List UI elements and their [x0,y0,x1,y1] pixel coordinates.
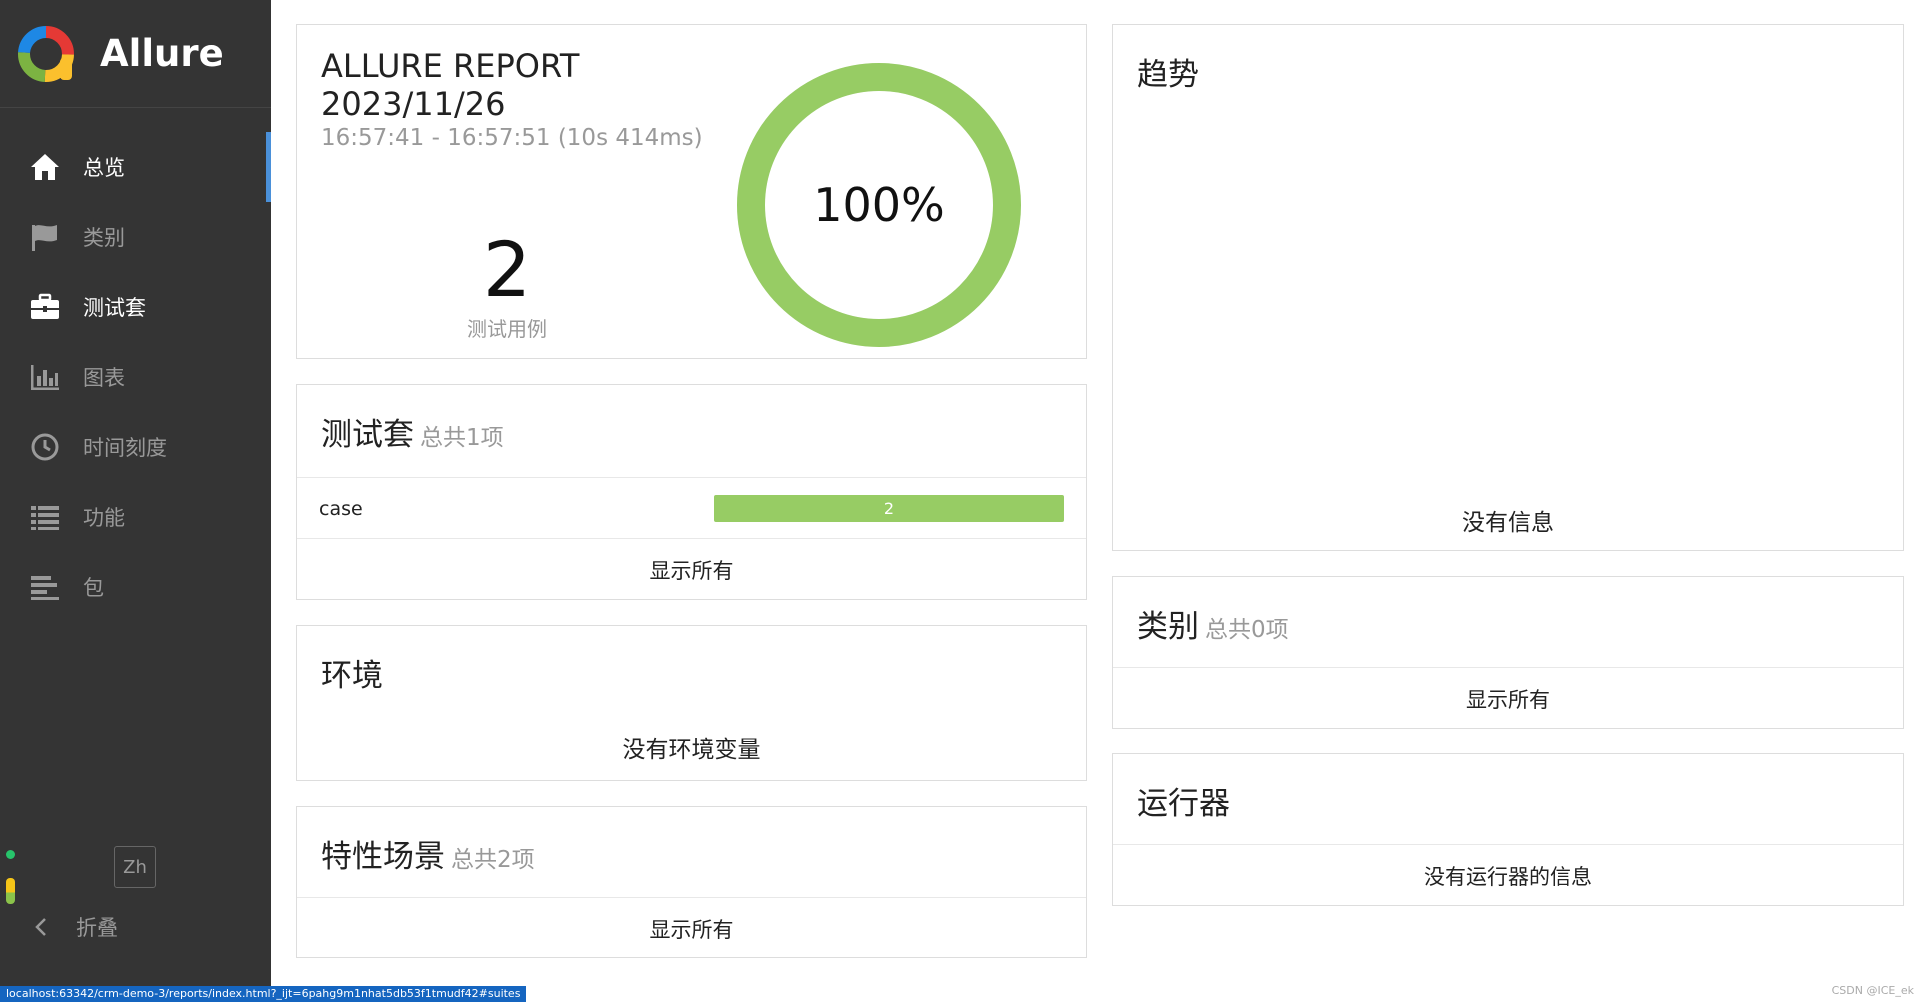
features-count: 总共2项 [451,847,535,873]
test-count-label: 测试用例 [467,317,547,341]
environment-widget: 环境 没有环境变量 [296,625,1087,781]
sidebar-item-label: 时间刻度 [83,436,167,460]
flag-icon [28,220,62,254]
categories-title: 类别 总共0项 [1137,601,1289,646]
summary-widget: ALLURE REPORT 2023/11/26 16:57:41 - 16:5… [296,24,1087,359]
chevron-left-icon [35,918,46,936]
features-title-text: 特性场景 [321,839,445,875]
sidebar-item-label: 总览 [83,156,125,180]
executors-title: 运行器 [1137,786,1230,822]
suite-status-bar[interactable]: 2 [714,495,1064,522]
language-button[interactable]: Zh [114,846,156,888]
features-show-all-button[interactable]: 显示所有 [297,897,1086,959]
bar-chart-icon [28,360,62,394]
executors-message: 没有运行器的信息 [1113,844,1903,906]
categories-show-all-button[interactable]: 显示所有 [1113,667,1903,729]
sidebar-item-timeline[interactable]: 时间刻度 [0,412,271,482]
status-bar-icon [6,878,15,904]
categories-count: 总共0项 [1205,617,1289,643]
sidebar-item-label: 测试套 [83,296,146,320]
sidebar-item-label: 包 [83,576,104,600]
browser-status-url: localhost:63342/crm-demo-3/reports/index… [0,986,527,1002]
categories-title-text: 类别 [1137,609,1199,645]
report-time-range: 16:57:41 - 16:57:51 (10s 414ms) [321,125,703,151]
clock-icon [28,430,62,464]
environment-message: 没有环境变量 [622,737,761,763]
home-icon [28,150,62,184]
features-title: 特性场景 总共2项 [321,831,535,876]
report-title: ALLURE REPORT 2023/11/26 [321,47,579,123]
brand[interactable]: Allure [0,0,271,108]
briefcase-icon [28,290,62,324]
sidebar-item-label: 功能 [83,506,125,530]
sidebar-item-label: 图表 [83,366,125,390]
sidebar-item-suites[interactable]: 测试套 [0,272,271,342]
trend-title: 趋势 [1137,57,1199,93]
suites-count: 总共1项 [420,425,504,451]
align-left-icon [28,570,62,604]
trend-widget: 趋势 没有信息 [1112,24,1904,551]
sidebar-item-graphs[interactable]: 图表 [0,342,271,412]
allure-logo-icon [18,25,74,82]
collapse-label: 折叠 [76,916,118,940]
test-count: 2 [482,225,532,314]
sidebar-item-packages[interactable]: 包 [0,552,271,622]
report-date: 2023/11/26 [321,85,506,123]
environment-title: 环境 [321,658,383,694]
watermark: CSDN @ICE_ek [1831,984,1914,997]
suites-title: 测试套 总共1项 [321,409,504,454]
pass-rate-value: 100% [813,178,945,232]
sidebar-nav: 总览 类别 测试套 图表 时间刻度 功能 包 [0,132,271,622]
sidebar-footer: Zh 折叠 [0,822,271,1002]
table-row[interactable]: case 2 [297,477,1086,539]
collapse-button[interactable]: 折叠 [28,907,118,947]
categories-widget: 类别 总共0项 显示所有 [1112,576,1904,729]
sidebar: Allure 总览 类别 测试套 图表 时间刻度 功能 包 Zh 折叠 [0,0,271,1002]
executors-widget: 运行器 没有运行器的信息 [1112,753,1904,906]
brand-name: Allure [100,32,224,75]
features-widget: 特性场景 总共2项 显示所有 [296,806,1087,958]
sidebar-item-overview[interactable]: 总览 [0,132,271,202]
sidebar-item-categories[interactable]: 类别 [0,202,271,272]
sidebar-item-behaviors[interactable]: 功能 [0,482,271,552]
status-dot-icon [6,850,15,859]
suites-widget: 测试套 总共1项 case 2 显示所有 [296,384,1087,600]
suites-title-text: 测试套 [321,417,414,453]
suite-name: case [319,497,363,520]
sidebar-item-label: 类别 [83,226,125,250]
trend-message: 没有信息 [1462,510,1554,536]
list-icon [28,500,62,534]
suites-show-all-button[interactable]: 显示所有 [297,538,1086,600]
report-title-line1: ALLURE REPORT [321,47,580,85]
